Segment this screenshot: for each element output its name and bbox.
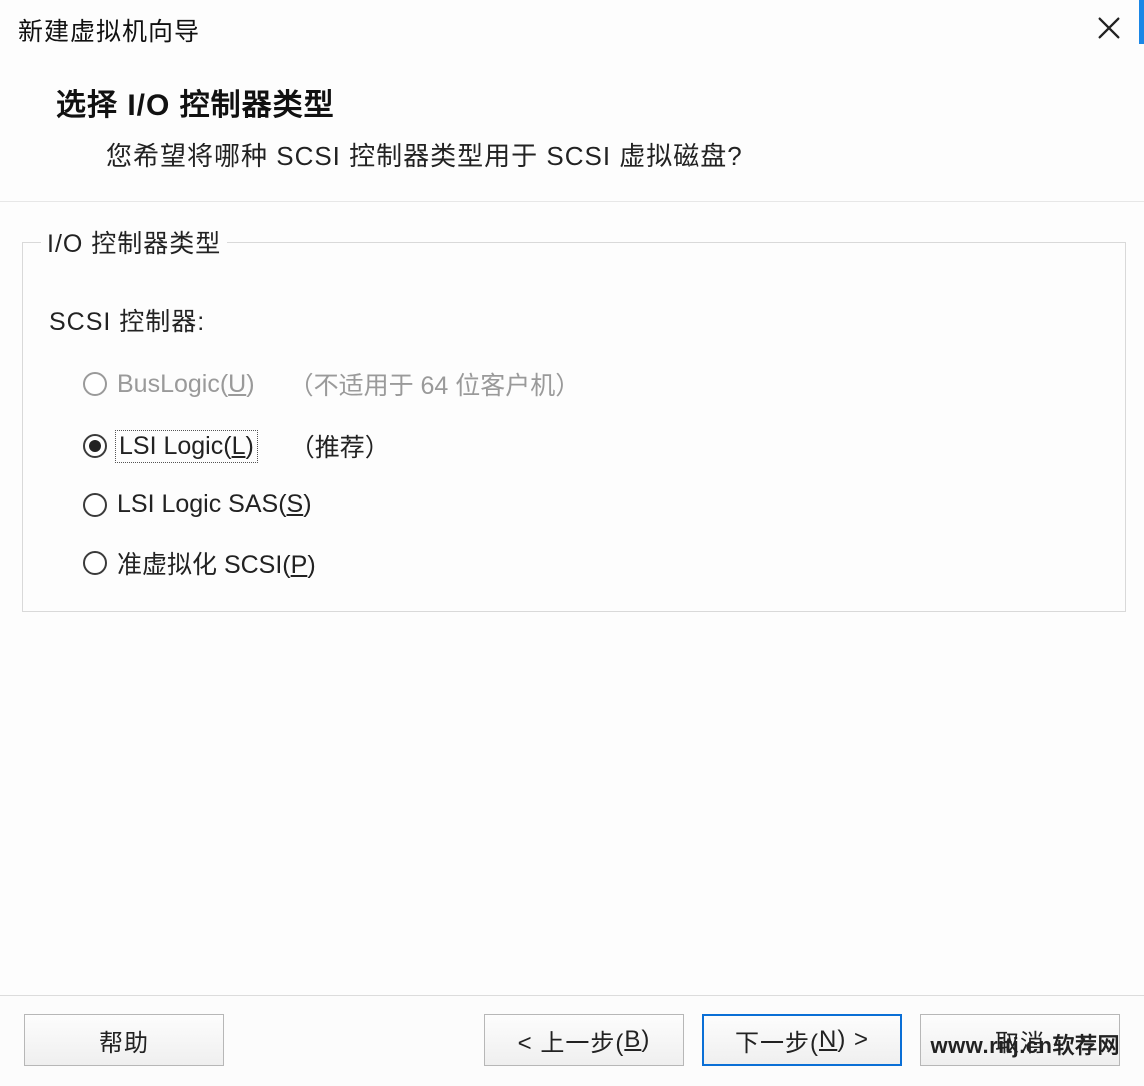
group-legend: I/O 控制器类型 [41, 224, 227, 260]
wizard-footer: 帮助 < 上一步(B) 下一步(N) > 取消 [0, 995, 1144, 1086]
page-subheading: 您希望将哪种 SCSI 控制器类型用于 SCSI 虚拟磁盘? [106, 136, 1144, 173]
wizard-header: 选择 I/O 控制器类型 您希望将哪种 SCSI 控制器类型用于 SCSI 虚拟… [0, 56, 1144, 201]
radio-options: BusLogic(U) （不适用于 64 位客户机） LSI Logic(L) … [83, 366, 1103, 581]
page-heading: 选择 I/O 控制器类型 [56, 80, 1144, 124]
cancel-button[interactable]: 取消 [920, 1014, 1120, 1066]
option-row-lsilogic: LSI Logic(L) （推荐） [83, 428, 1103, 464]
radio-buslogic: BusLogic(U) [83, 370, 255, 399]
option-row-lsisas: LSI Logic SAS(S) [83, 490, 1103, 519]
radio-lsilogic[interactable]: LSI Logic(L) [83, 432, 256, 461]
option-note: （不适用于 64 位客户机） [289, 366, 581, 402]
radio-dot-icon [83, 434, 107, 458]
window-edge-accent [1139, 0, 1144, 44]
option-row-pvscsi: 准虚拟化 SCSI(P) [83, 545, 1103, 581]
radio-pvscsi[interactable]: 准虚拟化 SCSI(P) [83, 545, 316, 581]
scsi-controller-label: SCSI 控制器: [49, 302, 1103, 338]
next-button[interactable]: 下一步(N) > [702, 1014, 902, 1066]
help-button[interactable]: 帮助 [24, 1014, 224, 1066]
titlebar: 新建虚拟机向导 [0, 0, 1144, 56]
radio-dot-icon [83, 493, 107, 517]
option-note: （推荐） [290, 428, 390, 464]
close-icon [1095, 14, 1123, 47]
radio-label: BusLogic(U) [117, 370, 255, 399]
radio-label: 准虚拟化 SCSI(P) [117, 545, 316, 581]
radio-dot-icon [83, 372, 107, 396]
back-button[interactable]: < 上一步(B) [484, 1014, 684, 1066]
radio-dot-icon [83, 551, 107, 575]
radio-label: LSI Logic SAS(S) [117, 490, 312, 519]
wizard-content: I/O 控制器类型 SCSI 控制器: BusLogic(U) （不适用于 64… [0, 202, 1144, 612]
close-button[interactable] [1092, 13, 1126, 47]
window-title: 新建虚拟机向导 [18, 12, 200, 48]
option-row-buslogic: BusLogic(U) （不适用于 64 位客户机） [83, 366, 1103, 402]
radio-lsisas[interactable]: LSI Logic SAS(S) [83, 490, 312, 519]
radio-label: LSI Logic(L) [117, 432, 256, 461]
io-controller-group: I/O 控制器类型 SCSI 控制器: BusLogic(U) （不适用于 64… [22, 224, 1126, 612]
